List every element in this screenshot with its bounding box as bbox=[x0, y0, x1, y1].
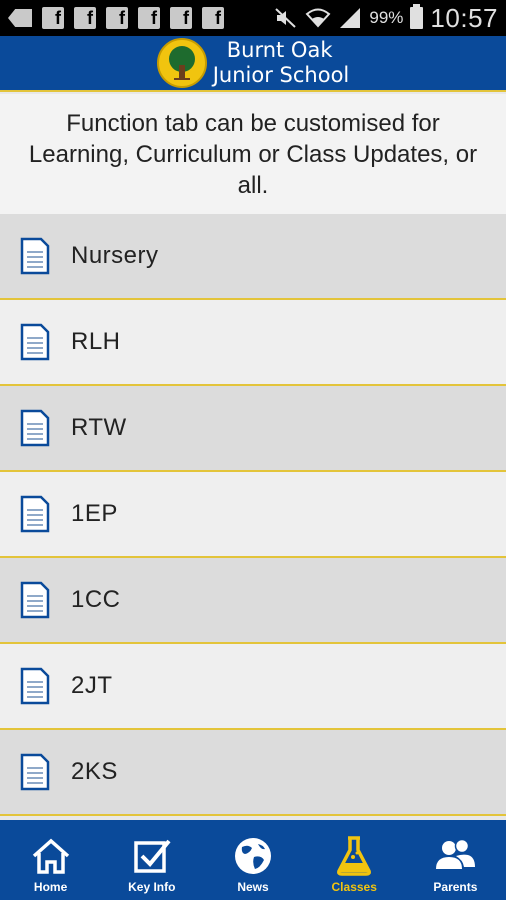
checkbox-icon bbox=[134, 839, 171, 873]
nav-parents-button[interactable]: Parents bbox=[405, 820, 506, 900]
list-item-label: 2JT bbox=[71, 672, 113, 699]
nav-news-label: News bbox=[237, 880, 269, 894]
nav-classes-label: Classes bbox=[331, 880, 377, 894]
nav-key-info-button[interactable]: Key Info bbox=[101, 820, 202, 900]
nav-parents-label: Parents bbox=[433, 880, 478, 894]
back-icon bbox=[8, 9, 32, 27]
list-item[interactable]: 1CC bbox=[0, 558, 506, 644]
intro-text: Function tab can be customised for Learn… bbox=[28, 109, 478, 199]
flask-icon bbox=[337, 836, 372, 876]
school-name-line1: Burnt Oak bbox=[226, 38, 333, 62]
facebook-icon: f bbox=[106, 7, 128, 29]
list-item[interactable]: 2JT bbox=[0, 644, 506, 730]
nav-home-label: Home bbox=[33, 880, 68, 894]
class-list[interactable]: Nursery RLH RTW 1EP 1CC 2JT 2KS bbox=[0, 214, 506, 820]
list-item[interactable]: Nursery bbox=[0, 214, 506, 300]
nav-key-info-label: Key Info bbox=[128, 880, 176, 894]
intro-banner: Function tab can be customised for Learn… bbox=[0, 94, 506, 214]
list-item-label: RLH bbox=[71, 328, 121, 355]
list-item[interactable]: RTW bbox=[0, 386, 506, 472]
facebook-icon: f bbox=[138, 7, 160, 29]
school-logo bbox=[156, 38, 207, 88]
document-icon bbox=[20, 753, 50, 791]
battery-icon bbox=[410, 4, 424, 29]
document-icon bbox=[20, 495, 50, 533]
facebook-icon: f bbox=[170, 7, 192, 29]
mute-icon bbox=[275, 8, 297, 28]
list-item-label: RTW bbox=[71, 414, 127, 441]
bottom-nav: Home Key Info News Classes Parents bbox=[0, 820, 506, 900]
school-name: Burnt Oak Junior School bbox=[213, 38, 350, 88]
battery-percent: 99% bbox=[369, 8, 404, 27]
list-item[interactable]: 1EP bbox=[0, 472, 506, 558]
document-icon bbox=[20, 237, 50, 275]
school-name-line2: Junior School bbox=[212, 63, 350, 87]
notification-area: f f f f f f bbox=[8, 7, 224, 29]
facebook-icon: f bbox=[74, 7, 96, 29]
facebook-icon: f bbox=[42, 7, 64, 29]
clock: 10:57 bbox=[430, 2, 498, 33]
list-item-label: 1EP bbox=[71, 500, 118, 527]
list-item-label: Nursery bbox=[71, 242, 159, 269]
nav-classes-button[interactable]: Classes bbox=[304, 820, 405, 900]
wifi-icon bbox=[305, 8, 331, 28]
nav-home-button[interactable]: Home bbox=[0, 820, 101, 900]
tree-icon bbox=[168, 46, 195, 80]
signal-icon bbox=[340, 8, 361, 28]
status-bar: f f f f f f 99% 10:57 bbox=[0, 0, 506, 36]
document-icon bbox=[20, 667, 50, 705]
app-header: Burnt Oak Junior School bbox=[0, 36, 506, 92]
list-item[interactable]: 2KS bbox=[0, 730, 506, 816]
list-item[interactable]: RLH bbox=[0, 300, 506, 386]
list-item-label: 2KS bbox=[71, 758, 118, 785]
people-icon bbox=[436, 838, 476, 869]
document-icon bbox=[20, 323, 50, 361]
document-icon bbox=[20, 581, 50, 619]
globe-icon bbox=[235, 838, 271, 874]
home-icon bbox=[32, 838, 69, 874]
list-item-label: 1CC bbox=[71, 586, 121, 613]
nav-news-button[interactable]: News bbox=[202, 820, 303, 900]
facebook-icon: f bbox=[202, 7, 224, 29]
document-icon bbox=[20, 409, 50, 447]
